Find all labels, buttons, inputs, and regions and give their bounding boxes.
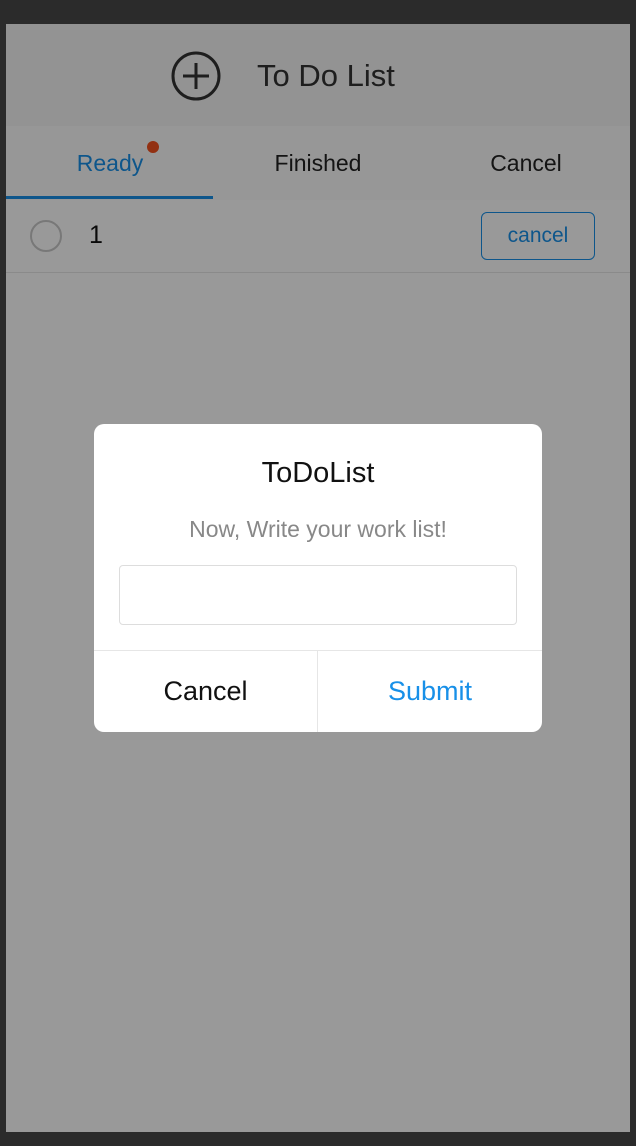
app-screen: To Do List Ready Finished Cancel 1 cance… (6, 24, 630, 1132)
dialog-submit-button[interactable]: Submit (318, 651, 542, 732)
window-frame-top (0, 0, 636, 24)
window-frame-right (630, 24, 636, 1132)
window-frame-bottom (0, 1132, 636, 1146)
dialog-cancel-button[interactable]: Cancel (94, 651, 318, 732)
dialog-title: ToDoList (261, 457, 375, 489)
dialog-actions: Cancel Submit (94, 650, 542, 732)
todo-text-input[interactable] (119, 565, 517, 625)
input-dialog: ToDoList Now, Write your work list! Canc… (94, 424, 542, 732)
dialog-message: Now, Write your work list! (189, 516, 447, 542)
